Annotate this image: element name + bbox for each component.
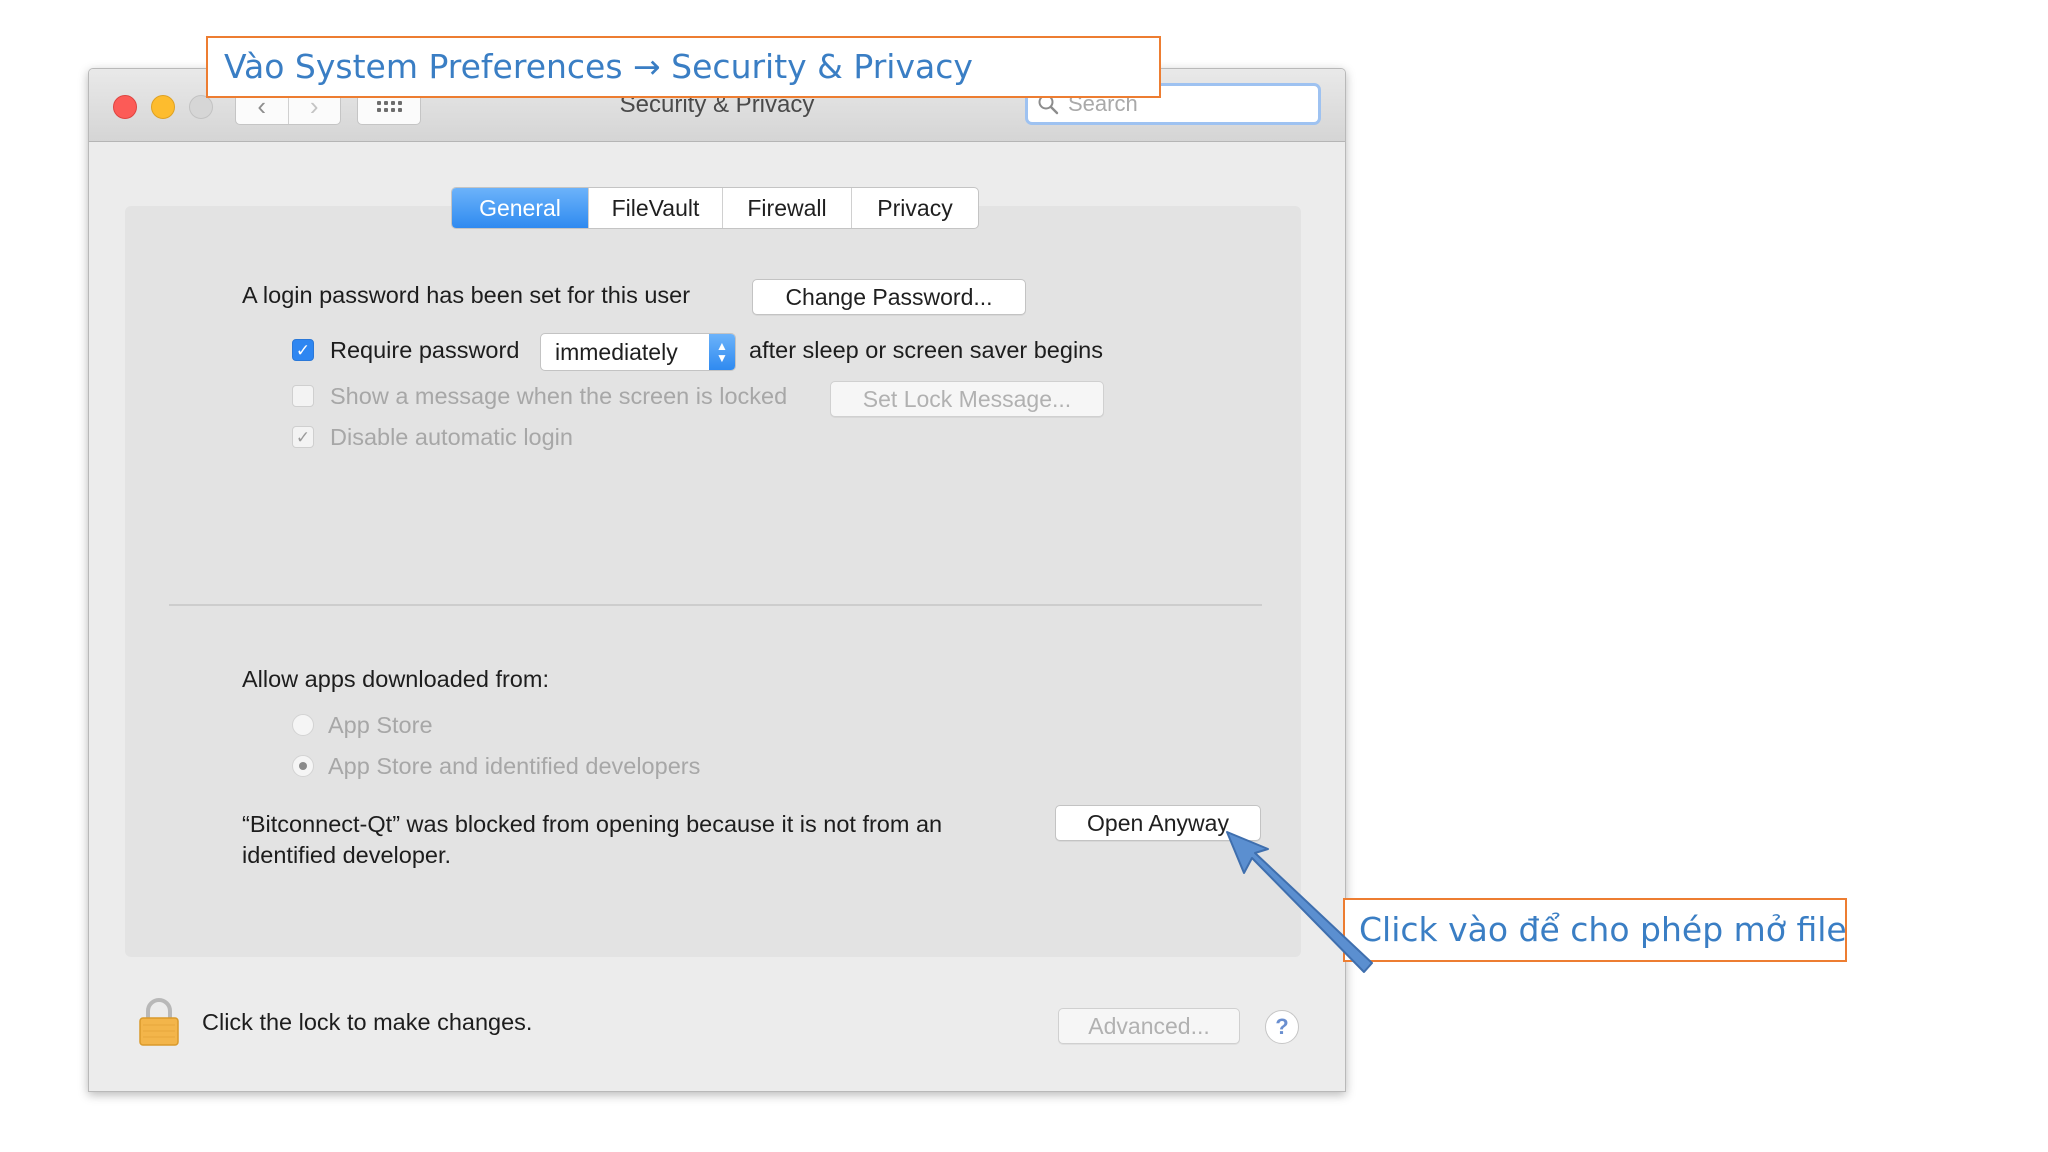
tab-filevault[interactable]: FileVault [589,188,723,228]
radio-app-store-label: App Store [328,712,433,738]
after-sleep-text: after sleep or screen saver begins [749,337,1103,363]
radio-app-store-identified-label: App Store and identified developers [328,753,701,779]
require-password-label: Require password [330,337,520,363]
disable-auto-login-checkbox[interactable]: ✓ [292,426,314,448]
chevron-up-down-icon: ▲ ▼ [709,334,735,370]
open-anyway-button[interactable]: Open Anyway [1055,805,1261,841]
instruction-callout-top: Vào System Preferences → Security & Priv… [206,36,1161,98]
set-lock-message-button[interactable]: Set Lock Message... [830,381,1104,417]
radio-selected-dot [299,762,307,770]
show-message-checkbox[interactable] [292,385,314,407]
require-password-checkbox[interactable]: ✓ [292,339,314,361]
blocked-message-line1: “Bitconnect-Qt” was blocked from opening… [242,811,943,837]
security-privacy-window: ‹ › Security & Privacy General FileVault… [88,68,1346,1092]
disable-auto-login-label: Disable automatic login [330,424,573,450]
tab-general[interactable]: General [452,188,589,228]
allow-apps-heading: Allow apps downloaded from: [242,666,549,692]
password-interval-value: immediately [555,338,678,365]
help-button[interactable]: ? [1265,1010,1299,1044]
password-interval-select[interactable]: immediately ▲ ▼ [540,333,736,371]
tab-firewall[interactable]: Firewall [723,188,852,228]
radio-app-store-identified[interactable] [292,755,314,777]
lock-icon[interactable] [137,997,181,1047]
section-divider [169,604,1262,606]
advanced-button[interactable]: Advanced... [1058,1008,1240,1044]
checkmark-icon: ✓ [295,340,311,360]
preference-tabs: General FileVault Firewall Privacy [451,187,979,229]
radio-app-store[interactable] [292,714,314,736]
show-message-label: Show a message when the screen is locked [330,383,788,409]
tab-privacy[interactable]: Privacy [852,188,978,228]
instruction-callout-bottom: Click vào để cho phép mở file [1343,898,1847,962]
change-password-button[interactable]: Change Password... [752,279,1026,315]
blocked-message-line2: identified developer. [242,842,452,868]
checkmark-icon: ✓ [295,427,311,447]
lock-text: Click the lock to make changes. [202,1009,533,1035]
login-password-text: A login password has been set for this u… [242,282,691,308]
